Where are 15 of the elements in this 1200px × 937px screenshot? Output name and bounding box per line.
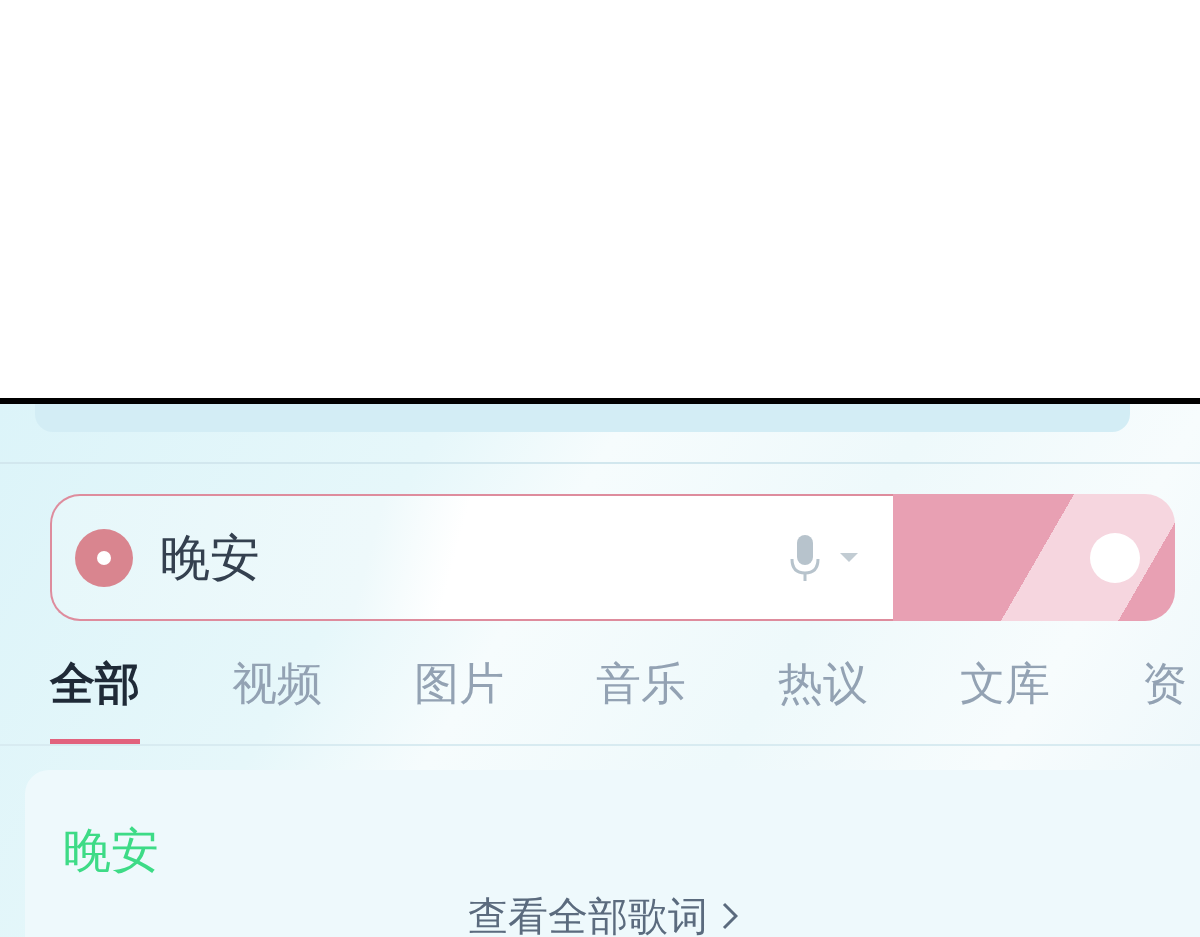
- search-field[interactable]: 晚安: [50, 494, 893, 621]
- record-icon: [75, 528, 133, 587]
- tab[interactable]: 热议: [778, 648, 868, 744]
- search-button[interactable]: [893, 494, 1175, 621]
- tab[interactable]: 图片: [414, 648, 504, 744]
- caret-down-icon[interactable]: [840, 553, 858, 562]
- tab[interactable]: 资: [1142, 648, 1187, 744]
- tab[interactable]: 视频: [232, 648, 322, 744]
- tab[interactable]: 音乐: [596, 648, 686, 744]
- view-all-lyrics-link[interactable]: 查看全部歌词: [468, 898, 738, 934]
- tab[interactable]: 文库: [960, 648, 1050, 744]
- chevron-right-icon: [722, 902, 738, 930]
- circle-icon: [1090, 532, 1140, 583]
- microphone-icon[interactable]: [790, 534, 820, 581]
- song-title: 晚安: [63, 822, 159, 878]
